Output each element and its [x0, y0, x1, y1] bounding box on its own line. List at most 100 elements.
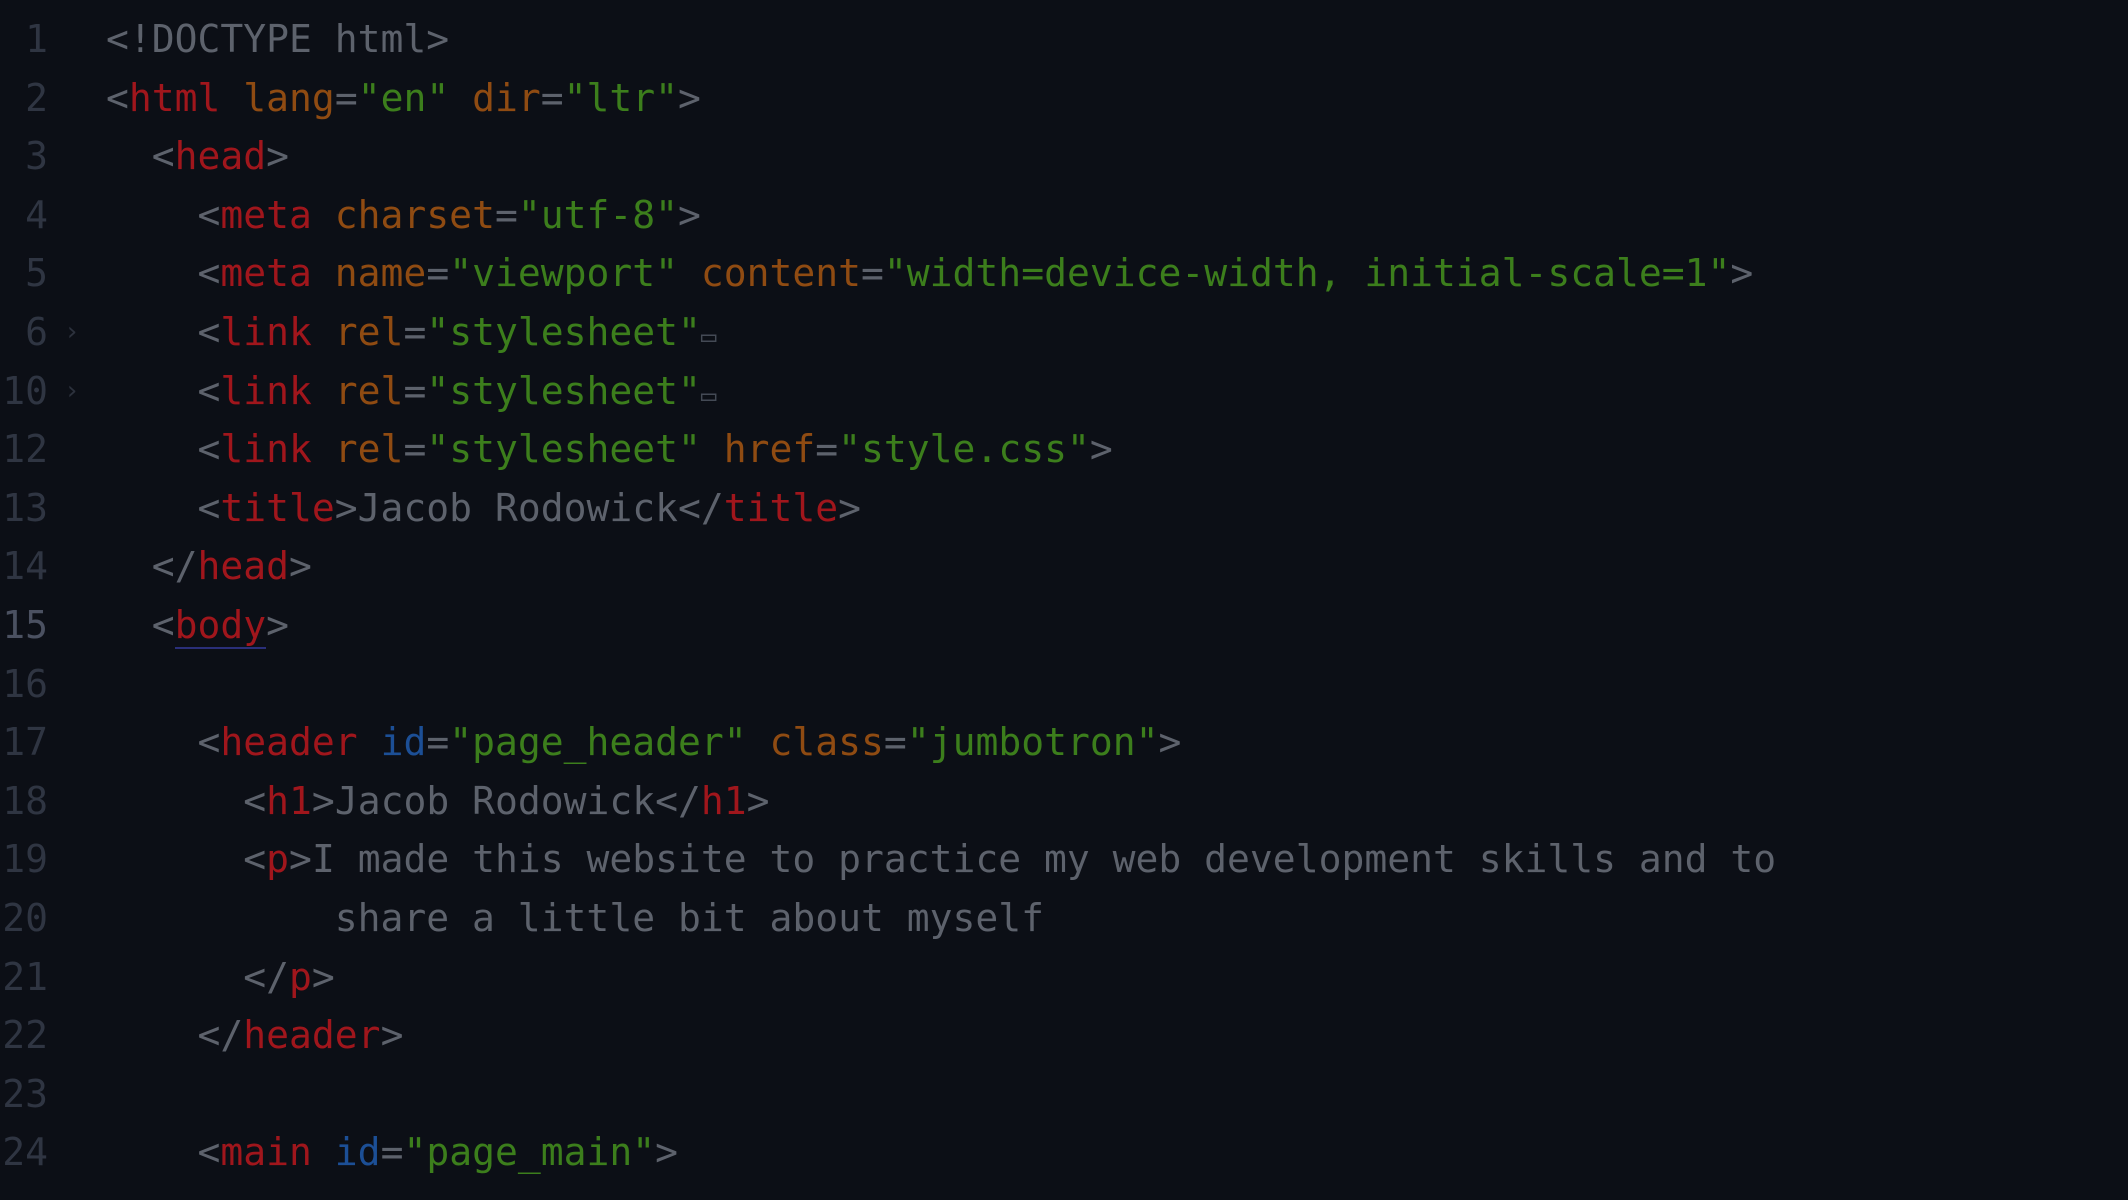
- code-token: "stylesheet": [426, 368, 701, 413]
- code-token: >: [838, 485, 862, 530]
- code-token: p: [266, 837, 290, 882]
- folded-code-icon[interactable]: ▭: [701, 381, 717, 411]
- code-token: p: [289, 954, 312, 999]
- code-token: "style.css": [838, 427, 1090, 472]
- code-text[interactable]: <main id="page_main">: [106, 1123, 679, 1181]
- code-text[interactable]: <meta charset="utf-8">: [106, 186, 701, 244]
- code-token: "viewport": [449, 251, 678, 296]
- code-token: <!DOCTYPE html>: [106, 17, 450, 61]
- code-token: <: [106, 75, 129, 120]
- code-token: =: [426, 251, 450, 296]
- code-token: =: [861, 251, 884, 296]
- code-token: >: [334, 485, 358, 530]
- code-token: head: [197, 544, 290, 589]
- code-text[interactable]: <body>: [106, 596, 289, 654]
- code-token: name: [334, 251, 427, 296]
- code-line[interactable]: 12 <link rel="stylesheet" href="style.cs…: [0, 420, 2128, 478]
- code-text[interactable]: <header id="page_header" class="jumbotro…: [106, 713, 1182, 771]
- code-line[interactable]: 1 <!DOCTYPE html>: [0, 10, 2128, 68]
- code-line[interactable]: 24 <main id="page_main">: [0, 1123, 2128, 1181]
- line-number: 12: [2, 427, 48, 472]
- line-number: 2: [25, 75, 48, 120]
- code-token: main: [220, 1130, 312, 1175]
- line-number: 18: [2, 778, 48, 823]
- code-token: >: [1089, 427, 1113, 472]
- code-token: rel: [334, 368, 404, 413]
- code-line[interactable]: 16: [0, 655, 2128, 713]
- line-number: 21: [2, 954, 48, 999]
- code-text[interactable]: <head>: [106, 127, 289, 185]
- code-token: =: [883, 720, 907, 765]
- code-text[interactable]: share a little bit about myself: [106, 889, 1044, 947]
- code-token: "ltr": [563, 75, 679, 120]
- code-token: >: [746, 778, 770, 823]
- code-token: share a little bit about myself: [106, 896, 1044, 940]
- code-token: =: [426, 720, 450, 765]
- code-token: "en": [357, 75, 450, 120]
- code-line[interactable]: 19 <p>I made this website to practice my…: [0, 830, 2128, 888]
- code-token: </: [106, 1013, 244, 1058]
- code-line[interactable]: 18 <h1>Jacob Rodowick</h1>: [0, 772, 2128, 830]
- code-token: =: [403, 368, 427, 413]
- fold-chevron-icon[interactable]: ›: [64, 362, 80, 420]
- code-token: <: [106, 310, 221, 354]
- code-line[interactable]: 5 <meta name="viewport" content="width=d…: [0, 244, 2128, 302]
- code-text[interactable]: <h1>Jacob Rodowick</h1>: [106, 772, 770, 830]
- code-text[interactable]: <link rel="stylesheet"▭: [106, 303, 717, 366]
- code-line[interactable]: 15 <body>: [0, 596, 2128, 654]
- code-token: =: [403, 427, 427, 472]
- code-text[interactable]: <link rel="stylesheet"▭: [106, 362, 717, 425]
- code-token: =: [403, 310, 427, 354]
- code-line[interactable]: 4 <meta charset="utf-8">: [0, 186, 2128, 244]
- code-text[interactable]: </head>: [106, 537, 312, 595]
- code-token: title: [220, 485, 335, 530]
- code-line[interactable]: 20 share a little bit about myself: [0, 889, 2128, 947]
- code-text[interactable]: <!DOCTYPE html>: [106, 10, 449, 68]
- code-token: <: [106, 720, 221, 765]
- code-token: "width=device-width, initial-scale=1": [883, 251, 1731, 296]
- code-text[interactable]: <link rel="stylesheet" href="style.css">: [106, 420, 1113, 478]
- code-line[interactable]: 17 <header id="page_header" class="jumbo…: [0, 713, 2128, 771]
- code-token: </: [677, 485, 724, 530]
- code-line[interactable]: 3 <head>: [0, 127, 2128, 185]
- code-token: <: [106, 603, 175, 647]
- code-line[interactable]: 6 › <link rel="stylesheet"▭: [0, 303, 2128, 361]
- code-token: </: [106, 954, 290, 999]
- folded-code-icon[interactable]: ▭: [701, 322, 717, 352]
- code-line[interactable]: 10 › <link rel="stylesheet"▭: [0, 362, 2128, 420]
- code-token: rel: [334, 427, 404, 472]
- code-token: head: [174, 134, 267, 179]
- code-token: >: [678, 192, 701, 237]
- code-line[interactable]: 22 </header>: [0, 1006, 2128, 1064]
- code-text[interactable]: <title>Jacob Rodowick</title>: [106, 479, 862, 537]
- code-token: "stylesheet": [426, 310, 701, 354]
- code-token: >: [311, 778, 335, 823]
- code-token: header: [220, 720, 358, 765]
- code-editor[interactable]: 1 <!DOCTYPE html> 2 <html lang="en" dir="lt…: [0, 0, 2128, 1200]
- code-token: lang: [243, 75, 335, 120]
- line-number: 6: [25, 310, 48, 354]
- line-number: 10: [2, 368, 48, 413]
- code-token: <: [106, 251, 221, 296]
- code-line[interactable]: 14 </head>: [0, 537, 2128, 595]
- code-text[interactable]: <p>I made this website to practice my we…: [106, 830, 1776, 888]
- code-token: =: [380, 1130, 404, 1175]
- code-text[interactable]: </header>: [106, 1006, 404, 1064]
- code-text[interactable]: <html lang="en" dir="ltr">: [106, 69, 701, 127]
- fold-chevron-icon[interactable]: ›: [64, 303, 80, 361]
- code-text[interactable]: </p>: [106, 948, 335, 1006]
- code-line[interactable]: 21 </p>: [0, 948, 2128, 1006]
- code-line[interactable]: 2 <html lang="en" dir="ltr">: [0, 69, 2128, 127]
- code-token: header: [243, 1013, 381, 1058]
- code-text[interactable]: <meta name="viewport" content="width=dev…: [106, 244, 1754, 302]
- code-line[interactable]: 23: [0, 1065, 2128, 1123]
- code-token: charset: [334, 192, 495, 237]
- code-token: </: [655, 778, 701, 823]
- code-token: >: [266, 134, 290, 179]
- code-line[interactable]: 13 <title>Jacob Rodowick</title>: [0, 479, 2128, 537]
